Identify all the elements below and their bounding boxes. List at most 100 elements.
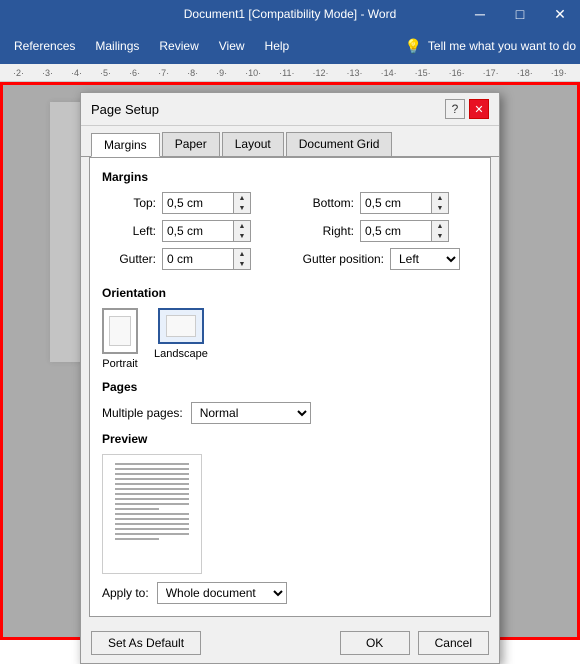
footer-right: OK Cancel: [340, 631, 489, 655]
landscape-icon: [158, 308, 204, 344]
right-spin-up[interactable]: ▲: [432, 221, 448, 231]
left-label: Left:: [102, 224, 162, 238]
preview-line-12: [115, 518, 189, 520]
gutter-spin-up[interactable]: ▲: [234, 249, 250, 259]
tab-margins[interactable]: Margins: [91, 133, 160, 157]
bottom-spin-up[interactable]: ▲: [432, 193, 448, 203]
cancel-button[interactable]: Cancel: [418, 631, 489, 655]
preview-box: [102, 454, 202, 574]
pages-section: Pages Multiple pages: Normal Mirror marg…: [102, 380, 478, 424]
orientation-section: Orientation Portrait Landscape: [102, 286, 478, 370]
bottom-label: Bottom:: [300, 196, 360, 210]
top-col: Top: ▲ ▼: [102, 192, 280, 220]
menu-references[interactable]: References: [4, 33, 85, 59]
top-spin-up[interactable]: ▲: [234, 193, 250, 203]
menu-help[interactable]: Help: [255, 33, 300, 59]
preview-line-16: [115, 538, 159, 540]
right-spin-down[interactable]: ▼: [432, 231, 448, 241]
preview-line-13: [115, 523, 189, 525]
search-box: 💡 Tell me what you want to do: [404, 38, 576, 55]
top-label: Top:: [102, 196, 162, 210]
bottom-col: Bottom: ▲ ▼: [300, 192, 478, 220]
gutter-input[interactable]: [163, 250, 233, 268]
left-spin-down[interactable]: ▼: [234, 231, 250, 241]
close-button[interactable]: ✕: [540, 0, 580, 28]
preview-line-2: [115, 468, 189, 470]
preview-label: Preview: [102, 432, 478, 446]
bottom-row: Bottom: ▲ ▼: [300, 192, 478, 214]
menu-mailings[interactable]: Mailings: [85, 33, 149, 59]
preview-section: Preview: [102, 432, 478, 574]
left-spin-up[interactable]: ▲: [234, 221, 250, 231]
gutter-pos-col: Gutter position: Left Top Right: [300, 248, 478, 276]
preview-line-6: [115, 488, 189, 490]
bottom-input[interactable]: [361, 194, 431, 212]
tab-paper[interactable]: Paper: [162, 132, 220, 156]
maximize-button[interactable]: □: [500, 0, 540, 28]
bottom-input-group: ▲ ▼: [360, 192, 449, 214]
document-area: Page Setup ? ✕ Margins Paper Layout Docu…: [0, 82, 580, 640]
preview-line-15: [115, 533, 189, 535]
preview-line-8: [115, 498, 189, 500]
dialog-help-button[interactable]: ?: [445, 99, 465, 119]
preview-line-11: [115, 513, 189, 515]
set-default-button[interactable]: Set As Default: [91, 631, 201, 655]
tab-layout[interactable]: Layout: [222, 132, 284, 156]
tab-document-grid[interactable]: Document Grid: [286, 132, 393, 156]
preview-line-7: [115, 493, 189, 495]
left-input-group: ▲ ▼: [162, 220, 251, 242]
margins-row-1: Top: ▲ ▼ Bottom:: [102, 192, 478, 220]
right-input-group: ▲ ▼: [360, 220, 449, 242]
ok-button[interactable]: OK: [340, 631, 410, 655]
apply-row: Apply to: Whole document This point forw…: [102, 582, 478, 604]
minimize-button[interactable]: ─: [460, 0, 500, 28]
gutter-pos-select[interactable]: Left Top Right: [390, 248, 460, 270]
left-spin: ▲ ▼: [233, 221, 250, 241]
gutter-spin-down[interactable]: ▼: [234, 259, 250, 269]
portrait-inner: [109, 316, 131, 345]
portrait-icon: [102, 308, 138, 354]
gutter-spin: ▲ ▼: [233, 249, 250, 269]
dialog-footer: Set As Default OK Cancel: [81, 625, 499, 663]
menu-review[interactable]: Review: [149, 33, 208, 59]
gutter-pos-label: Gutter position:: [300, 252, 390, 266]
apply-select[interactable]: Whole document This point forward: [157, 582, 287, 604]
top-row: Top: ▲ ▼: [102, 192, 280, 214]
dialog-title: Page Setup: [91, 102, 159, 117]
dialog-tabs: Margins Paper Layout Document Grid: [81, 126, 499, 157]
title-bar: Document1 [Compatibility Mode] - Word ─ …: [0, 0, 580, 28]
right-input[interactable]: [361, 222, 431, 240]
margins-row-3: Gutter: ▲ ▼ Gutter position:: [102, 248, 478, 276]
top-input[interactable]: [163, 194, 233, 212]
multiple-pages-select[interactable]: Normal Mirror margins 2 pages per sheet …: [191, 402, 311, 424]
gutter-col: Gutter: ▲ ▼: [102, 248, 280, 276]
margins-section-label: Margins: [102, 170, 478, 184]
dialog-close-button[interactable]: ✕: [469, 99, 489, 119]
top-input-group: ▲ ▼: [162, 192, 251, 214]
pages-label: Pages: [102, 380, 478, 394]
right-row: Right: ▲ ▼: [300, 220, 478, 242]
top-spin: ▲ ▼: [233, 193, 250, 213]
bottom-spin-down[interactable]: ▼: [432, 203, 448, 213]
ruler-marks: ·2··3· ·4··5· ·6··7· ·8··9· ·10··11· ·12…: [4, 68, 576, 78]
dialog-controls: ? ✕: [445, 99, 489, 119]
margins-row-2: Left: ▲ ▼ Right:: [102, 220, 478, 248]
left-input[interactable]: [163, 222, 233, 240]
portrait-label: Portrait: [102, 358, 137, 370]
menu-bar: References Mailings Review View Help 💡 T…: [0, 28, 580, 64]
window-controls: ─ □ ✕: [460, 0, 580, 28]
preview-line-5: [115, 483, 189, 485]
gutter-pos-row: Gutter position: Left Top Right: [300, 248, 478, 270]
preview-lines: [103, 455, 201, 548]
pages-row: Multiple pages: Normal Mirror margins 2 …: [102, 402, 478, 424]
preview-line-14: [115, 528, 189, 530]
search-text[interactable]: Tell me what you want to do: [428, 39, 576, 53]
menu-view[interactable]: View: [209, 33, 255, 59]
landscape-option[interactable]: Landscape: [154, 308, 208, 370]
dialog-content: Margins Top: ▲ ▼: [89, 157, 491, 617]
right-col: Right: ▲ ▼: [300, 220, 478, 248]
page-setup-dialog: Page Setup ? ✕ Margins Paper Layout Docu…: [80, 92, 500, 664]
landscape-inner: [166, 315, 195, 337]
top-spin-down[interactable]: ▼: [234, 203, 250, 213]
portrait-option[interactable]: Portrait: [102, 308, 138, 370]
